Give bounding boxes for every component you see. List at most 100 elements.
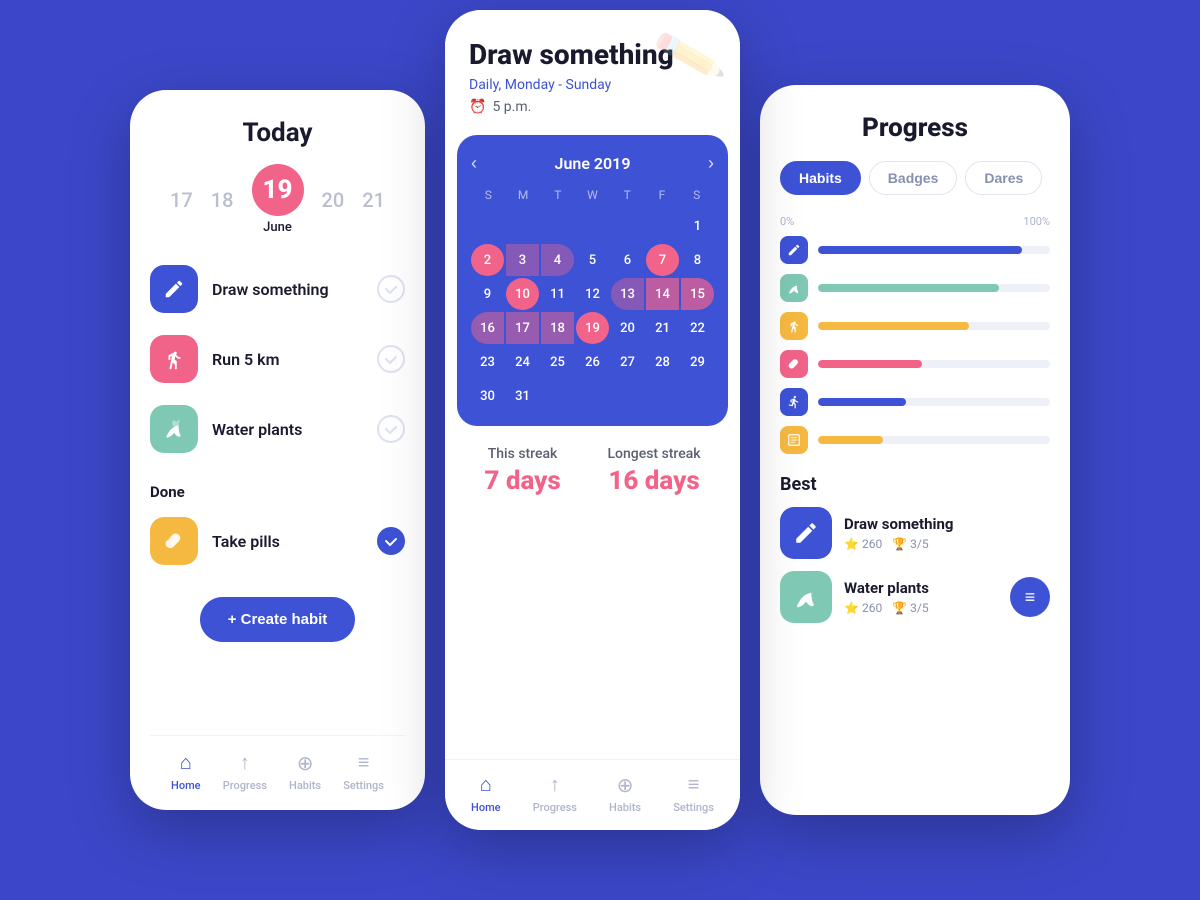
star-count-water: 260 <box>862 601 882 615</box>
check-draw[interactable] <box>377 275 405 303</box>
nav-home-left[interactable]: ⌂ Home <box>171 750 201 792</box>
cal-next-button[interactable]: › <box>708 153 714 174</box>
habit-water[interactable]: Water plants <box>150 399 405 459</box>
cal-header: ‹ June 2019 › <box>471 153 714 174</box>
cal-day-7[interactable]: 7 <box>646 244 679 276</box>
cal-day-9[interactable]: 9 <box>471 278 504 310</box>
nav-habits-label-center: Habits <box>609 801 641 814</box>
menu-fab-button[interactable]: ≡ <box>1010 577 1050 617</box>
time-value: 5 p.m. <box>492 99 531 115</box>
check-run[interactable] <box>377 345 405 373</box>
cal-day-25[interactable]: 25 <box>541 346 574 378</box>
habit-icon-run <box>150 335 198 383</box>
tab-dares[interactable]: Dares <box>965 161 1042 195</box>
cal-day-29[interactable]: 29 <box>681 346 714 378</box>
best-stats-draw: ⭐ 260 🏆 3/5 <box>844 537 1050 551</box>
nav-progress-center[interactable]: ↑ Progress <box>533 772 577 814</box>
best-info-water: Water plants ⭐ 260 🏆 3/5 <box>844 579 998 615</box>
cal-day-3[interactable]: 3 <box>506 244 539 276</box>
date-today: 19 June <box>252 164 304 235</box>
longest-streak: Longest streak 16 days <box>607 446 700 496</box>
nav-settings-label-left: Settings <box>343 779 384 792</box>
tab-badges[interactable]: Badges <box>869 161 958 195</box>
cal-day-13[interactable]: 13 <box>611 278 644 310</box>
center-time: ⏰ 5 p.m. <box>469 99 716 115</box>
cal-day-27[interactable]: 27 <box>611 346 644 378</box>
best-item-water: Water plants ⭐ 260 🏆 3/5 ≡ <box>780 571 1050 623</box>
habit-name-run: Run 5 km <box>212 350 363 369</box>
cal-day-18[interactable]: 18 <box>541 312 574 344</box>
longest-streak-label: Longest streak <box>607 446 700 462</box>
best-stats-water: ⭐ 260 🏆 3/5 <box>844 601 998 615</box>
habit-run[interactable]: Run 5 km <box>150 329 405 389</box>
nav-home-center[interactable]: ⌂ Home <box>471 772 501 814</box>
cal-day-6[interactable]: 6 <box>611 244 644 276</box>
left-phone: Today 17 18 19 June 20 21 Draw something <box>130 90 425 810</box>
trophy-count-draw: 3/5 <box>910 537 928 551</box>
this-streak-label: This streak <box>484 446 560 462</box>
check-water[interactable] <box>377 415 405 443</box>
cal-day-30[interactable]: 30 <box>471 380 504 412</box>
trophy-stat-draw: 🏆 3/5 <box>892 537 928 551</box>
cal-day-4[interactable]: 4 <box>541 244 574 276</box>
star-stat-water: ⭐ 260 <box>844 601 882 615</box>
cal-day-28[interactable]: 28 <box>646 346 679 378</box>
cal-day-26[interactable]: 26 <box>576 346 609 378</box>
cal-day-14[interactable]: 14 <box>646 278 679 310</box>
nav-settings-left[interactable]: ≡ Settings <box>343 750 384 792</box>
trophy-icon-draw: 🏆 <box>892 537 907 551</box>
prog-track-3 <box>818 360 1050 368</box>
best-item-draw: Draw something ⭐ 260 🏆 3/5 <box>780 507 1050 559</box>
habit-pills[interactable]: Take pills <box>150 511 405 571</box>
today-circle: 19 <box>252 164 304 216</box>
cal-day-1[interactable]: 1 <box>681 210 714 242</box>
cal-grid: 1 2 3 4 5 6 7 8 9 10 11 12 13 14 15 16 1… <box>471 210 714 412</box>
habits-icon-center: ⊕ <box>617 773 634 797</box>
prog-fill-0 <box>818 246 1022 254</box>
cal-day-24[interactable]: 24 <box>506 346 539 378</box>
progress-icon-left: ↑ <box>240 750 250 775</box>
cal-day-22[interactable]: 22 <box>681 312 714 344</box>
nav-settings-center[interactable]: ≡ Settings <box>673 772 714 814</box>
calendar: ‹ June 2019 › S M T W T F S 1 2 3 4 5 <box>457 135 728 426</box>
cal-day-5[interactable]: 5 <box>576 244 609 276</box>
alarm-icon: ⏰ <box>469 99 486 115</box>
cal-day-8[interactable]: 8 <box>681 244 714 276</box>
check-pills[interactable] <box>377 527 405 555</box>
cal-day-17[interactable]: 17 <box>506 312 539 344</box>
cal-day-15[interactable]: 15 <box>681 278 714 310</box>
nav-home-label-left: Home <box>171 779 201 792</box>
cal-day-20[interactable]: 20 <box>611 312 644 344</box>
cal-day-12[interactable]: 12 <box>576 278 609 310</box>
cal-day-21[interactable]: 21 <box>646 312 679 344</box>
prog-icon-2 <box>780 312 808 340</box>
cal-day-19[interactable]: 19 <box>576 312 609 344</box>
nav-home-label-center: Home <box>471 801 501 814</box>
prog-fill-3 <box>818 360 922 368</box>
prog-track-4 <box>818 398 1050 406</box>
prog-icon-3 <box>780 350 808 378</box>
prog-icon-0 <box>780 236 808 264</box>
nav-habits-center[interactable]: ⊕ Habits <box>609 773 641 814</box>
tab-habits[interactable]: Habits <box>780 161 861 195</box>
nav-habits-left[interactable]: ⊕ Habits <box>289 751 321 792</box>
progress-title: Progress <box>780 113 1050 143</box>
best-icon-water <box>780 571 832 623</box>
cal-day-10[interactable]: 10 <box>506 278 539 310</box>
cal-day-16[interactable]: 16 <box>471 312 504 344</box>
prog-row-1 <box>780 274 1050 302</box>
this-streak: This streak 7 days <box>484 446 560 496</box>
cal-day-11[interactable]: 11 <box>541 278 574 310</box>
cal-month-label: June 2019 <box>555 154 631 173</box>
cal-day-2[interactable]: 2 <box>471 244 504 276</box>
cal-day-31[interactable]: 31 <box>506 380 539 412</box>
prog-icon-4 <box>780 388 808 416</box>
create-habit-button[interactable]: + Create habit <box>200 597 356 642</box>
date-21: 21 <box>362 188 385 212</box>
cal-day-23[interactable]: 23 <box>471 346 504 378</box>
prog-row-0 <box>780 236 1050 264</box>
nav-progress-left[interactable]: ↑ Progress <box>223 750 267 792</box>
habit-draw[interactable]: Draw something <box>150 259 405 319</box>
cal-prev-button[interactable]: ‹ <box>471 153 477 174</box>
cal-cell <box>611 210 644 242</box>
